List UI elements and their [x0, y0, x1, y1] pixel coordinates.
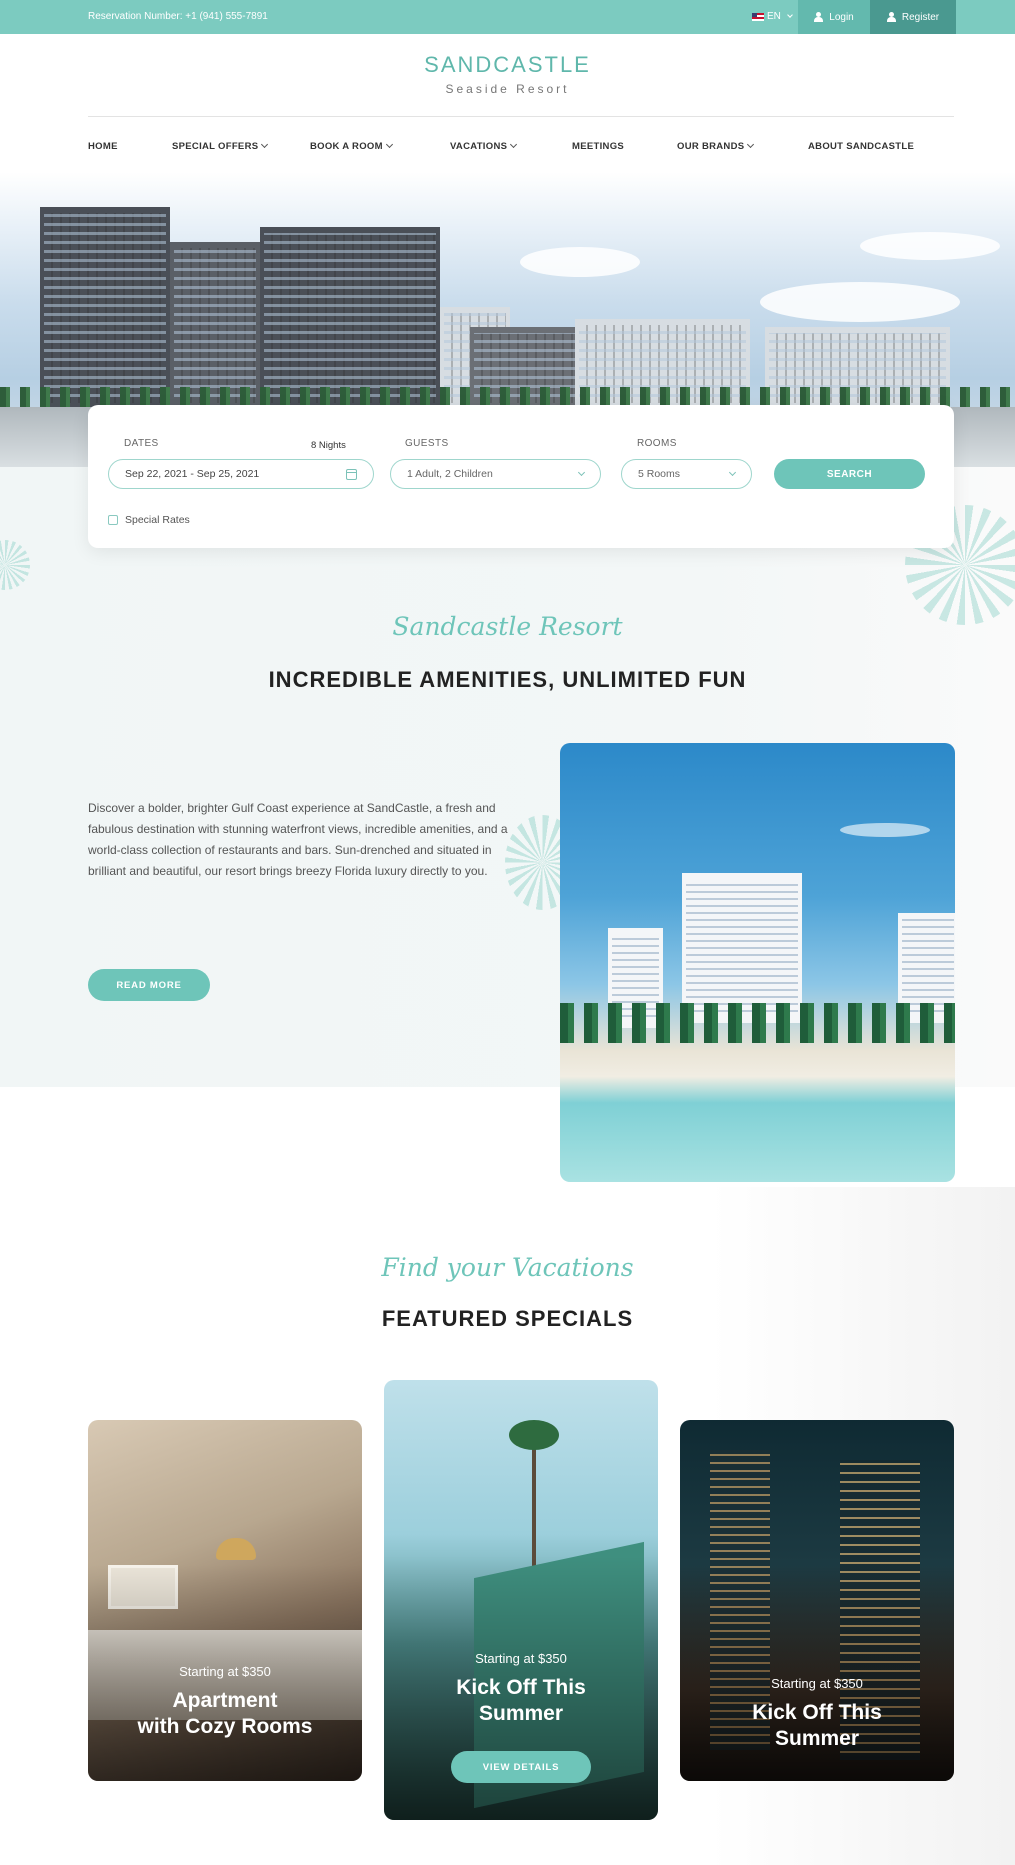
login-label: Login — [829, 11, 854, 23]
nights-count: 8 Nights — [311, 440, 346, 451]
nav-book-a-room[interactable]: BOOK A ROOM — [310, 140, 393, 152]
special-card-summer[interactable]: Starting at $350 Kick Off This Summer — [680, 1420, 954, 1781]
chevron-down-icon — [747, 140, 755, 149]
cloud — [840, 823, 930, 837]
card-title-line1: Kick Off This — [752, 1701, 882, 1724]
card-title: Kick Off This Summer — [384, 1675, 658, 1727]
guests-select[interactable]: 1 Adult, 2 Children — [390, 459, 601, 489]
language-label: EN — [767, 11, 781, 22]
cloud — [860, 232, 1000, 260]
hotel-tower — [260, 227, 440, 407]
reservation-number[interactable]: Reservation Number: +1 (941) 555-7891 — [88, 11, 268, 22]
search-button[interactable]: SEARCH — [774, 459, 925, 489]
rooms-label: ROOMS — [637, 438, 677, 449]
cloud — [520, 247, 640, 277]
card-title-line2: Summer — [774, 1727, 860, 1750]
dates-field[interactable]: Sep 22, 2021 - Sep 25, 2021 — [108, 459, 374, 489]
nav-about[interactable]: ABOUT SANDCASTLE — [808, 141, 914, 152]
chevron-down-icon — [261, 140, 269, 149]
nav-special-offers-label: SPECIAL OFFERS — [172, 141, 259, 152]
chevron-down-icon — [385, 140, 393, 149]
rooms-value: 5 Rooms — [638, 468, 681, 480]
booking-widget: DATES 8 Nights Sep 22, 2021 - Sep 25, 20… — [88, 405, 954, 548]
view-details-button[interactable]: VIEW DETAILS — [451, 1751, 591, 1783]
nav-vacations[interactable]: VACATIONS — [450, 140, 518, 152]
chevron-down-icon — [577, 468, 586, 476]
hotel-tower — [40, 207, 170, 407]
card-title-line2: Summer — [478, 1702, 564, 1725]
nav-our-brands-label: OUR BRANDS — [677, 141, 745, 152]
nav-home-label: HOME — [88, 141, 118, 152]
special-rates-option[interactable]: Special Rates — [108, 514, 190, 526]
chevron-down-icon — [510, 140, 518, 149]
top-bar: Reservation Number: +1 (941) 555-7891 EN… — [0, 0, 1015, 34]
nav-about-label: ABOUT SANDCASTLE — [808, 141, 915, 152]
special-card-apartment[interactable]: Starting at $350 Apartment with Cozy Roo… — [88, 1420, 362, 1781]
nav-home[interactable]: HOME — [88, 141, 118, 152]
dates-label: DATES — [124, 438, 159, 449]
main-nav: HOME SPECIAL OFFERS BOOK A ROOM VACATION… — [0, 140, 1015, 155]
nav-special-offers[interactable]: SPECIAL OFFERS — [172, 140, 269, 152]
card-starting-price: Starting at $350 — [179, 1664, 271, 1679]
featured-script-heading: Find your Vacations — [381, 1253, 634, 1282]
us-flag-icon — [752, 12, 764, 21]
register-button[interactable]: Register — [870, 0, 956, 34]
chevron-down-icon — [787, 11, 793, 18]
nav-meetings[interactable]: MEETINGS — [572, 141, 624, 152]
beach-photo — [560, 743, 955, 1182]
read-more-button[interactable]: READ MORE — [88, 969, 210, 1001]
chevron-down-icon — [728, 468, 737, 476]
nav-our-brands[interactable]: OUR BRANDS — [677, 140, 755, 152]
special-card-summer-featured[interactable]: Starting at $350 Kick Off This Summer VI… — [384, 1380, 658, 1820]
header-divider — [88, 116, 954, 117]
user-icon — [886, 12, 896, 22]
card-title-line1: Kick Off This — [456, 1676, 586, 1699]
amenities-script-heading: Sandcastle Resort — [392, 612, 623, 641]
amenities-description: Discover a bolder, brighter Gulf Coast e… — [88, 801, 508, 878]
card-title-line1: Apartment — [172, 1689, 278, 1712]
register-label: Register — [901, 11, 940, 23]
card-title-line2: with Cozy Rooms — [137, 1715, 313, 1738]
amenities-title: INCREDIBLE AMENITIES, UNLIMITED FUN — [268, 667, 747, 692]
card-title: Apartment with Cozy Rooms — [88, 1688, 362, 1740]
featured-title: FEATURED SPECIALS — [381, 1306, 634, 1331]
nav-meetings-label: MEETINGS — [572, 141, 625, 152]
calendar-icon — [346, 468, 357, 480]
dates-value: Sep 22, 2021 - Sep 25, 2021 — [125, 468, 260, 480]
checkbox-icon[interactable] — [108, 515, 118, 525]
brand-tagline: Seaside Resort — [445, 82, 570, 96]
card-starting-price: Starting at $350 — [771, 1676, 863, 1691]
nav-book-a-room-label: BOOK A ROOM — [310, 141, 383, 152]
rooms-select[interactable]: 5 Rooms — [621, 459, 752, 489]
beach-palm-trees — [560, 1003, 955, 1043]
card-starting-price: Starting at $350 — [475, 1651, 567, 1666]
nav-vacations-label: VACATIONS — [450, 141, 508, 152]
hotel-building — [170, 242, 260, 407]
language-selector[interactable]: EN — [752, 11, 793, 22]
login-button[interactable]: Login — [798, 0, 870, 34]
palm-trees — [0, 387, 1015, 407]
guests-label: GUESTS — [405, 438, 449, 449]
brand-name[interactable]: SANDCASTLE — [0, 52, 1015, 78]
card-title: Kick Off This Summer — [680, 1700, 954, 1752]
special-rates-label: Special Rates — [125, 514, 190, 526]
guests-value: 1 Adult, 2 Children — [407, 468, 493, 480]
user-icon — [814, 12, 824, 22]
cloud — [760, 282, 960, 322]
beach-tower — [682, 873, 802, 1023]
